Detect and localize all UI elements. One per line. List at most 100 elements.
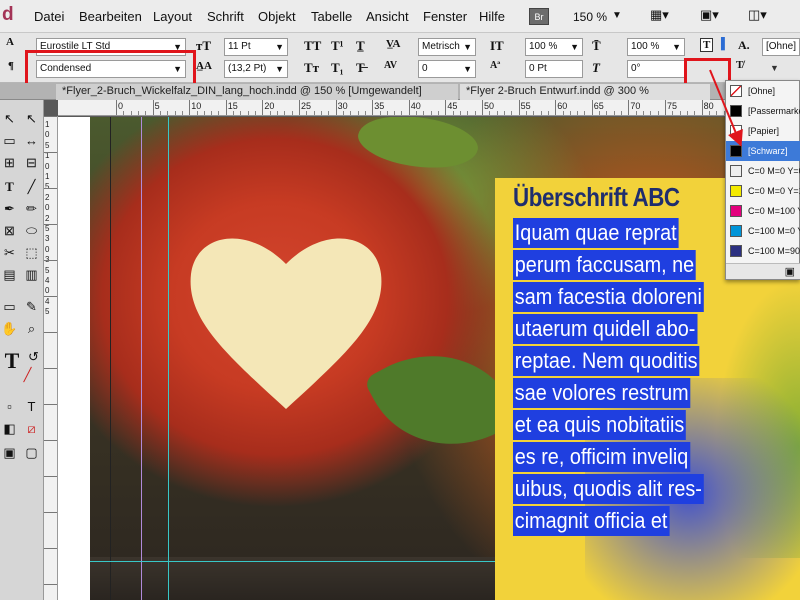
body-line[interactable]: sam facestia doloreni [513, 282, 704, 312]
ruler-minor-tick [174, 111, 176, 115]
gradient-tool-icon[interactable]: ▤ [0, 266, 19, 284]
subscript-icon[interactable]: T₁ [331, 60, 344, 76]
swatch-row[interactable]: [Papier] [726, 121, 800, 141]
stroke-dropdown-icon[interactable]: ▼ [770, 63, 779, 73]
leading-field[interactable]: (13,2 Pt) ▼ [224, 60, 288, 78]
bridge-button[interactable]: Br [529, 8, 549, 25]
body-line[interactable]: utaerum quidell abo- [513, 314, 698, 344]
swatch-row[interactable]: C=0 M=0 Y=0 K=10 [726, 161, 800, 181]
underline-icon[interactable]: T̲ [356, 38, 365, 54]
swatch-row[interactable]: [Passermarken] [726, 101, 800, 121]
new-swatch-icon[interactable]: ▣ [785, 265, 795, 278]
ellipse-tool-icon[interactable]: ⬭ [22, 222, 41, 240]
document-canvas[interactable]: Überschrift ABC Iquam quae reprat perum … [58, 117, 800, 600]
ruler-minor-tick [562, 111, 564, 115]
paragraph-mode-icon[interactable]: ¶ [8, 60, 14, 72]
tab-flyer-entwurf[interactable]: *Flyer 2-Bruch Entwurf.indd @ 300 % [460, 84, 710, 100]
free-transform-tool-icon[interactable]: ⬚ [22, 244, 41, 262]
menu-bearbeiten[interactable]: Bearbeiten [79, 9, 142, 24]
format-text-icon[interactable]: T [22, 398, 41, 416]
frame-headline[interactable]: Überschrift ABC [513, 182, 680, 213]
vertical-scale-field[interactable]: 100 % ▼ [525, 38, 583, 56]
fill-text-icon[interactable]: T [700, 38, 714, 52]
preview-mode-icon[interactable]: ▢ [22, 444, 41, 462]
skew-field[interactable]: 0° [627, 60, 685, 78]
ruler-minor-tick [137, 111, 139, 115]
font-style-select[interactable]: Condensed ▼ [36, 60, 186, 78]
menu-schrift[interactable]: Schrift [207, 9, 244, 24]
gap-tool-icon[interactable]: ↔ [22, 132, 41, 150]
horizontal-scale-field[interactable]: 100 % ▼ [627, 38, 685, 56]
body-line[interactable]: sae volores restrum [513, 378, 691, 408]
menu-layout[interactable]: Layout [153, 9, 192, 24]
body-line[interactable]: uibus, quodis alit res- [513, 474, 704, 504]
menu-fenster[interactable]: Fenster [423, 9, 467, 24]
scissors-tool-icon[interactable]: ✂ [0, 244, 19, 262]
body-line[interactable]: et ea quis nobitatiis [513, 410, 687, 440]
zoom-level[interactable]: 150 % [573, 10, 607, 24]
ruler-minor-tick [489, 111, 491, 115]
stroke-swatch-field[interactable]: [Ohne] [762, 38, 800, 56]
zoom-tool-icon[interactable]: ⌕ [22, 320, 41, 338]
menu-datei[interactable]: Datei [34, 9, 64, 24]
tracking-icon: AV [384, 60, 398, 71]
ruler-minor-tick [196, 111, 198, 115]
menu-tabelle[interactable]: Tabelle [311, 9, 352, 24]
screen-mode-icon[interactable]: ▣▾ [700, 7, 719, 25]
content-placer-icon[interactable]: ⊟ [22, 154, 41, 172]
tracking-field[interactable]: 0 ▼ [418, 60, 476, 78]
arrange-documents-icon[interactable]: ◫▾ [748, 7, 767, 25]
baseline-field[interactable]: 0 Pt [525, 60, 583, 78]
small-caps-icon[interactable]: Tт [304, 60, 319, 76]
stroke-text-outline-icon[interactable]: T̸ [736, 59, 743, 71]
hand-tool-icon[interactable]: ✋ [0, 320, 19, 338]
swatch-row[interactable]: [Ohne] [726, 81, 800, 101]
swatch-row[interactable]: C=100 M=90 Y=10 [726, 241, 800, 261]
body-line[interactable]: reptae. Nem quoditis [513, 346, 700, 376]
selection-tool-icon[interactable]: ↖ [0, 110, 19, 128]
ruler-tick [628, 100, 630, 115]
pen-tool-icon[interactable]: ✒ [0, 200, 19, 218]
menu-ansicht[interactable]: Ansicht [366, 9, 409, 24]
apply-none-icon[interactable]: ⧄ [22, 420, 41, 438]
content-collector-icon[interactable]: ⊞ [0, 154, 19, 172]
body-line[interactable]: perum faccusam, ne [513, 250, 696, 280]
view-options-icon[interactable]: ▦▾ [650, 7, 669, 25]
body-line[interactable]: Iquam quae reprat [513, 218, 679, 248]
character-mode-icon[interactable]: A [6, 36, 14, 48]
all-caps-icon[interactable]: TT [304, 38, 321, 54]
eyedropper-tool-icon[interactable]: ✎ [22, 298, 41, 316]
superscript-icon[interactable]: T¹ [331, 38, 344, 54]
tab-flyer-wickelfalz[interactable]: *Flyer_2-Bruch_Wickelfalz_DIN_lang_hoch.… [56, 84, 458, 100]
zoom-dropdown-icon[interactable]: ▼ [612, 10, 622, 21]
gradient-feather-tool-icon[interactable]: ▥ [22, 266, 41, 284]
body-line[interactable]: cimagnit officia et [513, 506, 670, 536]
normal-view-icon[interactable]: ▣ [0, 444, 19, 462]
kerning-field[interactable]: Metrisch ▼ [418, 38, 476, 56]
swatch-row[interactable]: C=0 M=100 Y=0 [726, 201, 800, 221]
menu-objekt[interactable]: Objekt [258, 9, 296, 24]
note-tool-icon[interactable]: ▭ [0, 298, 19, 316]
pencil-tool-icon[interactable]: ✏ [22, 200, 41, 218]
rectangle-frame-tool-icon[interactable]: ⊠ [0, 222, 19, 240]
ruler-label: 65 [593, 101, 604, 111]
body-line[interactable]: es re, officim inveliq [513, 442, 691, 472]
fill-swatch-icon[interactable]: ▐ [717, 38, 725, 50]
swap-fill-stroke-icon[interactable]: ↺ [24, 348, 43, 366]
format-container-icon[interactable]: ▫ [0, 398, 19, 416]
swatch-row[interactable]: [Schwarz] [726, 141, 800, 161]
font-size-field[interactable]: 11 Pt ▼ [224, 38, 288, 56]
ruler-minor-tick [503, 111, 505, 115]
ruler-minor-tick [452, 111, 454, 115]
line-tool-icon[interactable]: ╱ [22, 178, 41, 196]
page-tool-icon[interactable]: ▭ [0, 132, 19, 150]
font-family-select[interactable]: Eurostile LT Std ▼ [36, 38, 186, 56]
apply-color-icon[interactable]: ◧ [0, 420, 19, 438]
stroke-none-icon[interactable]: ╱ [18, 366, 37, 384]
strikethrough-icon[interactable]: T̶ [356, 60, 365, 76]
direct-selection-tool-icon[interactable]: ↖ [22, 110, 41, 128]
menu-hilfe[interactable]: Hilfe [479, 9, 505, 24]
swatch-row[interactable]: C=0 M=0 Y=100 [726, 181, 800, 201]
swatch-row[interactable]: C=100 M=0 Y=0 [726, 221, 800, 241]
type-tool-icon[interactable]: T [0, 178, 19, 196]
